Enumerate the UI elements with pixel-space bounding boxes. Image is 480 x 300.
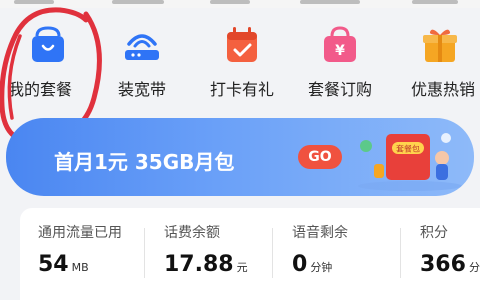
stat-value: 54 xyxy=(38,252,69,277)
stat-title: 语音剩余 xyxy=(292,225,348,241)
quick-action-broadband[interactable]: 装宽带 xyxy=(94,18,190,108)
quick-actions-row: 我的套餐 装宽带 打卡有礼 ¥ 套餐订购 优惠热销 xyxy=(0,18,480,108)
quick-action-label: 打卡有礼 xyxy=(209,80,274,99)
promo-text: 首月1元 35GB月包 xyxy=(54,150,235,174)
stat-divider xyxy=(144,228,145,278)
calendar-check-icon xyxy=(227,27,257,62)
promo-banner[interactable]: 首月1元 35GB月包 GO 套餐包 xyxy=(6,118,474,196)
quick-action-label: 套餐订购 xyxy=(307,80,372,99)
quick-action-label: 优惠热销 xyxy=(410,80,475,99)
stat-data-used[interactable]: 通用流量已用 54 MB xyxy=(20,208,146,300)
gift-box-icon xyxy=(423,29,457,62)
stat-title: 通用流量已用 xyxy=(38,225,122,241)
promo-gift-illustration: 套餐包 xyxy=(358,133,462,191)
stat-value: 0 xyxy=(292,252,308,277)
stat-points[interactable]: 积分 366 分 xyxy=(402,208,480,300)
stat-unit: 分 xyxy=(468,261,480,274)
top-edge-strip xyxy=(0,0,480,8)
stat-divider xyxy=(272,228,273,278)
router-icon xyxy=(125,34,159,60)
quick-action-label: 装宽带 xyxy=(117,80,166,99)
go-button[interactable]: GO xyxy=(298,145,342,169)
stat-balance[interactable]: 话费余额 17.88 元 xyxy=(146,208,272,300)
stat-value: 366 xyxy=(420,252,466,277)
yuan-bag-icon: ¥ xyxy=(324,26,356,62)
quick-action-hot-deals[interactable]: 优惠热销 xyxy=(392,18,480,108)
quick-action-my-plan[interactable]: 我的套餐 xyxy=(0,18,96,108)
svg-text:¥: ¥ xyxy=(335,43,345,59)
quick-action-plan-order[interactable]: ¥ 套餐订购 xyxy=(292,18,388,108)
stat-unit: 分钟 xyxy=(310,261,333,274)
quick-action-checkin[interactable]: 打卡有礼 xyxy=(194,18,290,108)
stat-title: 话费余额 xyxy=(164,225,220,241)
gift-label: 套餐包 xyxy=(396,144,420,154)
stat-voice-remaining[interactable]: 语音剩余 0 分钟 xyxy=(274,208,400,300)
stat-title: 积分 xyxy=(420,225,448,241)
quick-action-label: 我的套餐 xyxy=(7,80,72,99)
stat-divider xyxy=(400,228,401,278)
shopping-bag-icon xyxy=(32,26,64,62)
stat-value: 17.88 xyxy=(164,252,234,277)
stat-unit: 元 xyxy=(236,261,248,274)
stat-unit: MB xyxy=(71,261,89,274)
account-stats-card: 通用流量已用 54 MB 话费余额 17.88 元 语音剩余 0 分钟 积分 366 分 xyxy=(20,208,480,300)
